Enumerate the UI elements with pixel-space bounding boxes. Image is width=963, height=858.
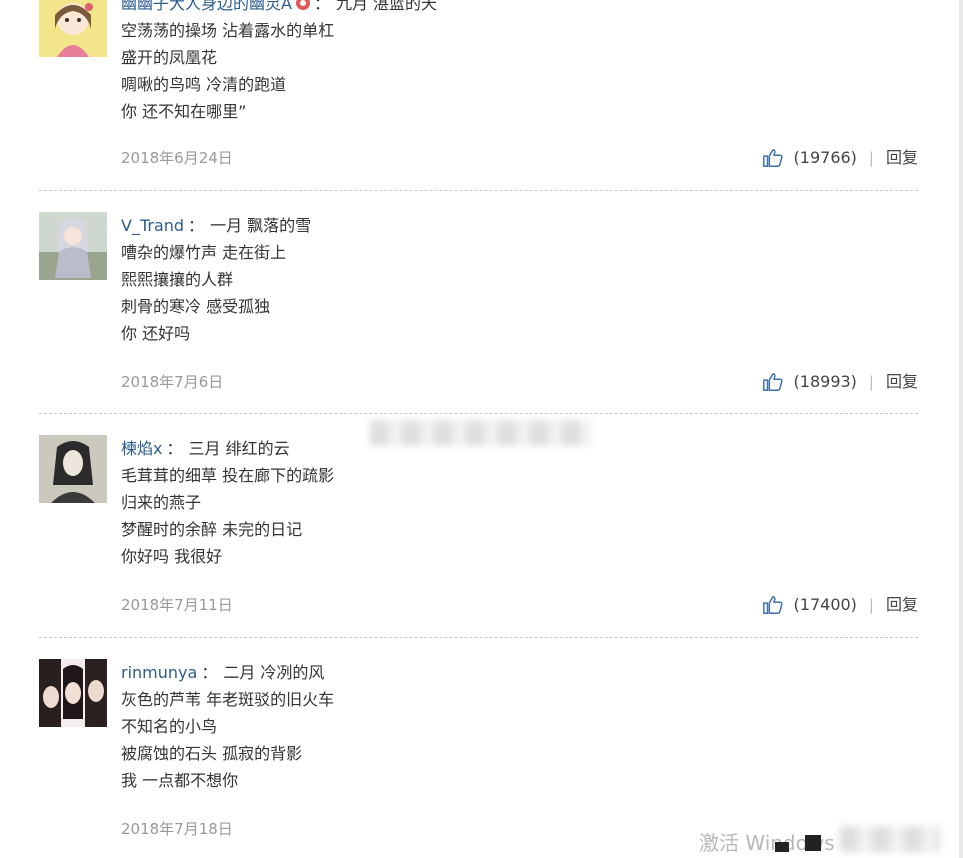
comment-divider [39, 413, 918, 414]
comment-body: rinmunya： 二月 冷冽的风 灰色的芦苇 年老斑驳的旧火车 不知名的小鸟 被… [121, 659, 841, 794]
comment-text: 三月 绯红的云 [188, 439, 290, 458]
comment-line: 我 一点都不想你 [121, 771, 239, 790]
comment-date: 2018年6月24日 [121, 149, 233, 167]
separator: ： [188, 216, 205, 235]
thumbs-up-icon[interactable] [762, 594, 784, 616]
comment-date: 2018年7月11日 [121, 596, 233, 614]
avatar[interactable] [39, 659, 107, 727]
comment-line: 灰色的芦苇 年老斑驳的旧火车 [121, 690, 335, 709]
comment-date: 2018年7月18日 [121, 820, 233, 838]
comment-line: 毛茸茸的细草 投在廊下的疏影 [121, 466, 335, 485]
action-divider: | [868, 373, 874, 391]
comment-divider [39, 637, 918, 638]
comment-line: 你好吗 我很好 [121, 547, 223, 566]
thumbs-up-icon[interactable] [762, 371, 784, 393]
comment-text: 二月 冷冽的风 [223, 663, 325, 682]
comment-text: 一月 飘落的雪 [210, 216, 312, 235]
comment-actions: (18993) | 回复 [762, 370, 918, 394]
action-divider: | [868, 596, 874, 614]
comment-body: V_Trand： 一月 飘落的雪 嘈杂的爆竹声 走在街上 熙熙攘攘的人群 刺骨的寒… [121, 212, 841, 347]
username-link[interactable]: 楝焰x [121, 439, 162, 458]
like-count: (17400) [793, 595, 857, 614]
comment-first-line: V_Trand： 一月 飘落的雪 [121, 212, 841, 239]
blurred-region [840, 826, 940, 852]
comment-meta: 2018年7月6日 (18993) | 回复 [121, 370, 918, 394]
username-link[interactable]: V_Trand [121, 216, 184, 235]
comment-first-line: 幽幽子大人身边的幽灵A ： 九月 湛蓝的天 [121, 0, 841, 17]
comment-line: 被腐蚀的石头 孤寂的背影 [121, 744, 303, 763]
comment-first-line: 楝焰x： 三月 绯红的云 [121, 435, 841, 462]
comment-line: 嘈杂的爆竹声 走在街上 [121, 243, 287, 262]
comment-meta: 2018年6月24日 (19766) | 回复 [121, 146, 918, 170]
avatar[interactable] [39, 435, 107, 503]
comment-divider [39, 190, 918, 191]
like-count: (18993) [793, 372, 857, 391]
comment-line: 归来的燕子 [121, 493, 202, 512]
pixel-block [775, 842, 789, 852]
avatar[interactable] [39, 212, 107, 280]
comment-line: 你 还好吗 [121, 324, 191, 343]
comment-line: 刺骨的寒冷 感受孤独 [121, 297, 271, 316]
comment-body: 幽幽子大人身边的幽灵A ： 九月 湛蓝的天 空荡荡的操场 沾着露水的单杠 盛开的凤凰… [121, 0, 841, 125]
reply-link[interactable]: 回复 [886, 146, 918, 170]
comment-line: 空荡荡的操场 沾着露水的单杠 [121, 21, 335, 40]
separator: ： [166, 439, 183, 458]
comment-line: 梦醒时的余醉 未完的日记 [121, 520, 303, 539]
like-count: (19766) [793, 148, 857, 167]
username-link[interactable]: rinmunya [121, 663, 197, 682]
comment-text: 九月 湛蓝的天 [335, 0, 438, 13]
action-divider: | [868, 149, 874, 167]
comment-line: 不知名的小鸟 [121, 717, 218, 736]
vip-badge-icon [295, 0, 310, 10]
comment-first-line: rinmunya： 二月 冷冽的风 [121, 659, 841, 686]
comment-meta: 2018年7月11日 (17400) | 回复 [121, 593, 918, 617]
thumbs-up-icon[interactable] [762, 147, 784, 169]
reply-link[interactable]: 回复 [886, 370, 918, 394]
pixel-block [805, 835, 821, 851]
avatar[interactable] [39, 0, 107, 57]
page-edge [959, 0, 963, 858]
comment-line: 你 还不知在哪里” [121, 102, 247, 121]
comment-date: 2018年7月6日 [121, 373, 224, 391]
reply-link[interactable]: 回复 [886, 593, 918, 617]
comment-line: 盛开的凤凰花 [121, 48, 218, 67]
comment-actions: (17400) | 回复 [762, 593, 918, 617]
separator: ： [313, 0, 330, 13]
comment-line: 熙熙攘攘的人群 [121, 270, 234, 289]
username-link[interactable]: 幽幽子大人身边的幽灵A [121, 0, 292, 13]
separator: ： [201, 663, 218, 682]
comment-body: 楝焰x： 三月 绯红的云 毛茸茸的细草 投在廊下的疏影 归来的燕子 梦醒时的余醉 … [121, 435, 841, 570]
comment-actions: (19766) | 回复 [762, 146, 918, 170]
comment-line: 啁啾的鸟鸣 冷清的跑道 [121, 75, 287, 94]
